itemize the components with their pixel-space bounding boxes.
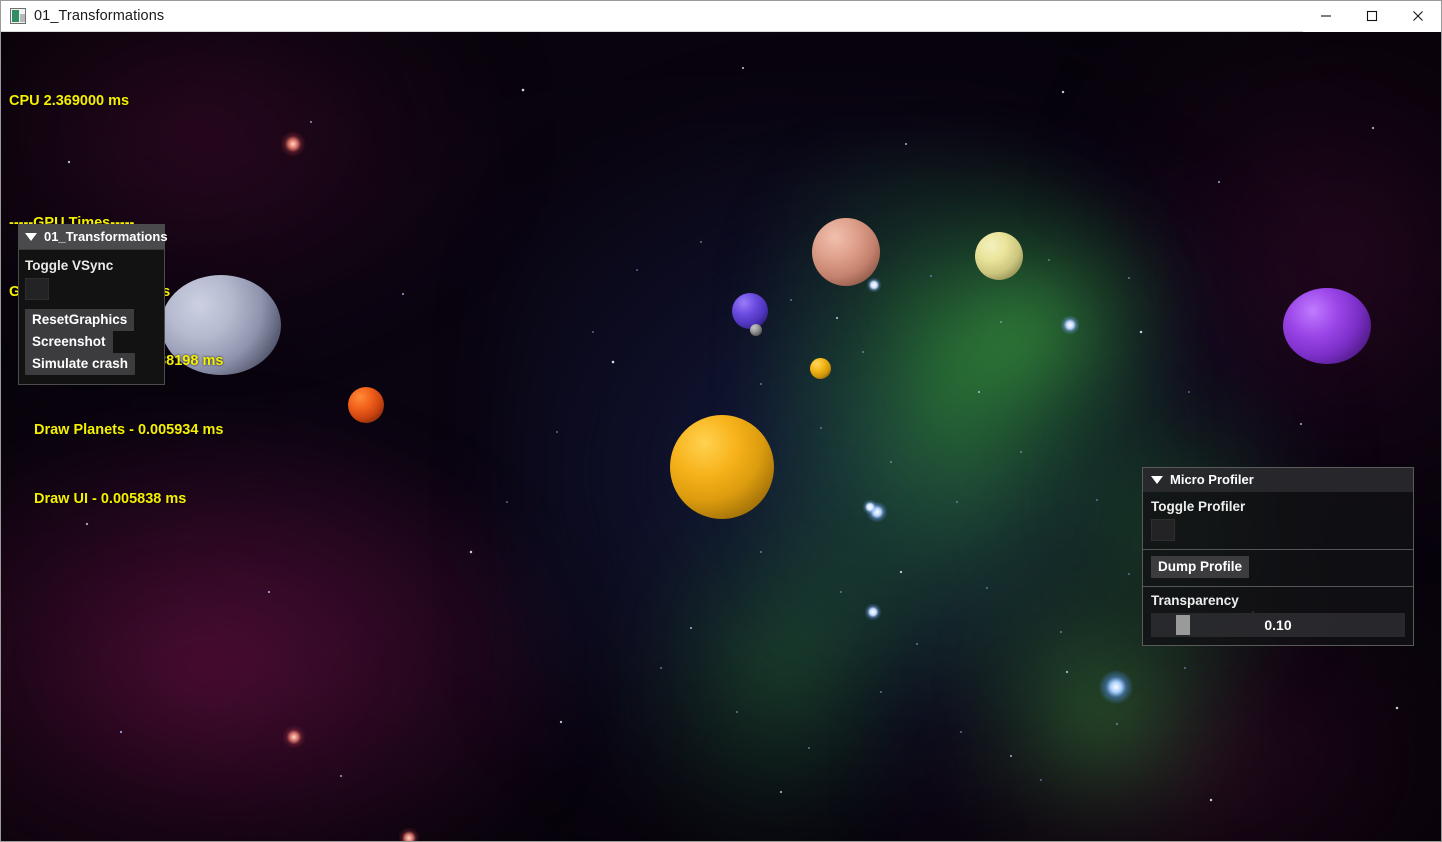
planet-gold-large	[670, 415, 774, 519]
slider-handle[interactable]	[1176, 615, 1191, 635]
panel-header-transformations[interactable]: 01_Transformations	[19, 225, 168, 250]
close-button[interactable]	[1395, 1, 1441, 32]
dump-profile-section: Dump Profile	[1143, 549, 1413, 586]
dump-profile-button[interactable]: Dump Profile	[1151, 556, 1250, 578]
panel-body: Toggle VSync ResetGraphics Screenshot Si…	[19, 250, 164, 384]
close-icon	[1413, 11, 1423, 21]
window-title: 01_Transformations	[34, 8, 165, 24]
minimize-button[interactable]	[1303, 1, 1349, 32]
planet-orange-red	[348, 387, 384, 423]
simulate-crash-button[interactable]: Simulate crash	[25, 353, 136, 375]
maximize-icon	[1366, 10, 1378, 22]
3d-viewport[interactable]: CPU 2.369000 ms -----GPU Times----- Grap…	[1, 32, 1441, 841]
triangle-down-icon	[1151, 475, 1163, 484]
toggle-profiler-label: Toggle Profiler	[1151, 499, 1246, 514]
planet-yellow-pale	[975, 232, 1023, 280]
app-icon	[10, 8, 26, 24]
panel-header-micro-profiler[interactable]: Micro Profiler	[1143, 468, 1413, 492]
moon-gray-small	[750, 324, 762, 336]
maximize-button[interactable]	[1349, 1, 1395, 32]
title-bar: 01_Transformations	[1, 1, 1441, 32]
planet-blue-violet	[732, 293, 768, 329]
stats-spacer	[9, 159, 223, 166]
toggle-profiler-checkbox[interactable]	[1151, 519, 1175, 541]
toggle-profiler-section: Toggle Profiler	[1143, 492, 1413, 549]
screenshot-button[interactable]: Screenshot	[25, 331, 113, 353]
profiler-title: Micro Profiler	[1170, 472, 1254, 487]
micro-profiler-panel: Micro Profiler Toggle Profiler Dump Prof…	[1142, 467, 1414, 646]
minimize-icon	[1321, 15, 1331, 17]
planet-gold-small	[810, 358, 831, 379]
transparency-section: Transparency 0.10	[1143, 586, 1413, 645]
planet-purple-right	[1283, 288, 1371, 364]
reset-graphics-button[interactable]: ResetGraphics	[25, 309, 135, 331]
draw-ui-time: Draw UI - 0.005838 ms	[34, 491, 187, 507]
toggle-vsync-label: Toggle VSync	[25, 258, 114, 273]
transparency-value: 0.10	[1264, 617, 1292, 633]
window-controls	[1303, 1, 1441, 32]
triangle-down-icon	[25, 232, 37, 241]
cpu-time-line: CPU 2.369000 ms	[9, 93, 130, 109]
transparency-slider[interactable]: 0.10	[1151, 613, 1405, 637]
draw-planets-time: Draw Planets - 0.005934 ms	[34, 422, 224, 438]
planet-rust-small	[735, 538, 747, 550]
transparency-label: Transparency	[1151, 593, 1239, 608]
panel-title: 01_Transformations	[44, 229, 168, 244]
planet-salmon	[812, 218, 880, 286]
toggle-vsync-checkbox[interactable]	[25, 278, 49, 300]
application-window: 01_Transformations CPU 2.369000 ms -----…	[0, 0, 1442, 842]
transformations-debug-panel: 01_Transformations Toggle VSync ResetGra…	[18, 224, 168, 385]
